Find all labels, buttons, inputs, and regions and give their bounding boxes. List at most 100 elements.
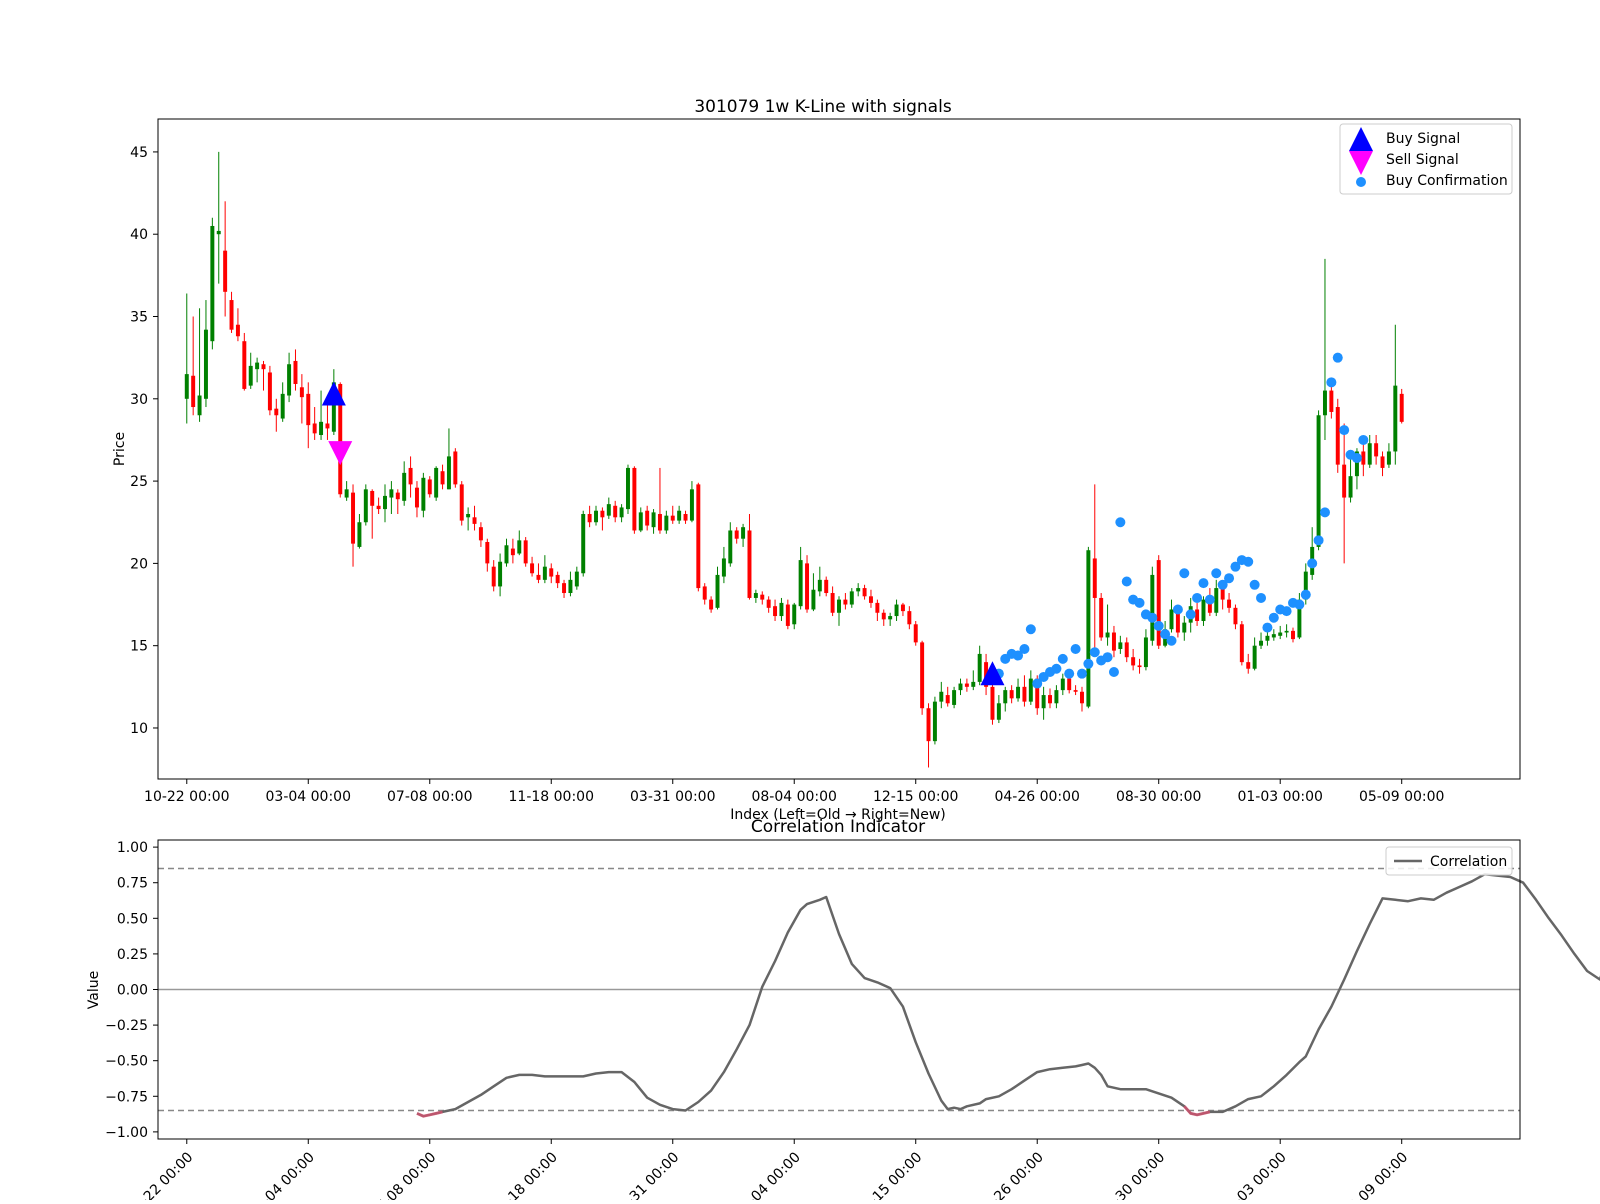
buy-confirmation-point [1179, 568, 1190, 579]
corr-ytick-label: −0.75 [105, 1089, 148, 1105]
correlation-highlight-segment [1183, 1105, 1211, 1117]
candle-body [683, 514, 688, 521]
buy-confirmation-point [1294, 599, 1305, 610]
candle-body [376, 505, 381, 510]
buy-signal-marker [321, 381, 346, 406]
legend-sell-label: Sell Signal [1386, 152, 1459, 168]
candle-body [1143, 637, 1148, 668]
candle-body [709, 599, 714, 610]
buy-confirmation-point [1211, 568, 1222, 579]
candle-body [996, 703, 1001, 720]
candle-body [581, 514, 586, 574]
candle-body [299, 387, 304, 398]
candle-body [1028, 678, 1033, 702]
candle-body [242, 341, 247, 389]
candle-body [824, 579, 829, 594]
candle-body [542, 566, 547, 580]
candle-body [817, 579, 822, 592]
candle-body [517, 540, 522, 554]
corr-legend: Correlation [1385, 846, 1513, 876]
candle-body [434, 467, 439, 498]
candle-body [478, 527, 483, 541]
candle-body [1105, 632, 1110, 638]
figure-svg: 301079 1w K-Line with signals 10 15 20 25 30… [86, 97, 1600, 1204]
candle-body [1060, 678, 1065, 691]
candle-body [958, 683, 963, 691]
candle-body [1380, 456, 1385, 468]
buy-confirmation-point [1185, 609, 1196, 620]
price-ytick-label: 25 [130, 474, 148, 490]
candle-body [1137, 665, 1142, 668]
candle-body [747, 530, 752, 598]
buy-confirmation-point [1064, 668, 1075, 679]
price-xtick-label: 04-26 00:00 [994, 789, 1079, 805]
candle-body [798, 560, 803, 607]
candle-body [1016, 686, 1021, 699]
candle-body [600, 510, 605, 518]
corr-ytick-label: −0.50 [105, 1054, 148, 1070]
candle-body [184, 374, 189, 399]
candle-body [1195, 609, 1200, 621]
candle-body [491, 566, 496, 587]
candle-body [1322, 390, 1327, 416]
candle-body [594, 510, 598, 523]
price-xtick-label: 11-18 00:00 [509, 789, 594, 805]
candle-body [619, 507, 624, 518]
candle-body [408, 467, 413, 485]
candle-body [1239, 624, 1244, 663]
candle-body [351, 492, 356, 544]
buy-confirmation-point [1319, 507, 1330, 518]
corr-title: Correlation Indicator [751, 817, 925, 837]
candle-body [721, 558, 726, 577]
price-xtick-label: 08-04 00:00 [751, 789, 836, 805]
buy-confirmation-point [1115, 517, 1126, 528]
candle-body [568, 579, 573, 594]
buy-confirmation-point [1326, 377, 1337, 388]
candle-body [197, 395, 202, 416]
corr-xtick-label: 01-03 00:00 [1218, 1149, 1290, 1200]
candle-body [446, 456, 451, 490]
buy-confirmation-point [1224, 573, 1235, 584]
candle-body [626, 467, 630, 510]
candle-body [849, 591, 854, 605]
buy-confirmation-point [1153, 620, 1164, 631]
sell-signal-marker [328, 441, 353, 466]
corr-xtick-label: 04-26 00:00 [975, 1149, 1047, 1200]
candle-body [261, 364, 266, 370]
price-ytick-label: 20 [130, 556, 148, 572]
corr-xtick-label: 11-18 00:00 [489, 1149, 561, 1200]
corr-xtick-label: 08-04 00:00 [732, 1149, 804, 1200]
buy-confirmation-point [1256, 592, 1267, 603]
candle-body [1150, 574, 1155, 641]
candle-body [1367, 443, 1372, 465]
buy-confirmation-point [1268, 612, 1279, 623]
candle-body [453, 451, 458, 485]
price-xtick-label: 03-31 00:00 [630, 789, 715, 805]
candle-body [900, 604, 905, 612]
candle-body [645, 510, 650, 526]
candle-body [229, 300, 234, 330]
candle-body [1092, 558, 1097, 598]
candle-body [894, 604, 899, 617]
corr-xtick-label: 10-22 00:00 [125, 1149, 197, 1200]
candle-body [728, 530, 733, 564]
buy-confirmation-point [1134, 597, 1145, 608]
candle-body [1182, 622, 1187, 633]
candle-body [510, 548, 515, 556]
corr-legend-label: Correlation [1430, 854, 1507, 870]
candle-body [856, 588, 861, 592]
price-ytick-label: 40 [130, 227, 148, 243]
candle-body [888, 616, 893, 620]
chart-figure: 301079 1w K-Line with signals 10 15 20 25 30… [0, 0, 1600, 1204]
candle-body [1246, 662, 1251, 669]
buy-confirmation-point [1089, 647, 1100, 658]
candle-body [235, 324, 240, 337]
buy-confirmation-point [1204, 594, 1215, 605]
candle-body [523, 540, 528, 564]
candle-body [1233, 607, 1238, 625]
price-xtick-label: 07-08 00:00 [387, 789, 472, 805]
candle-body [1348, 476, 1353, 498]
candle-body [1291, 630, 1295, 640]
candle-body [1227, 599, 1232, 608]
candle-body [1361, 451, 1366, 465]
